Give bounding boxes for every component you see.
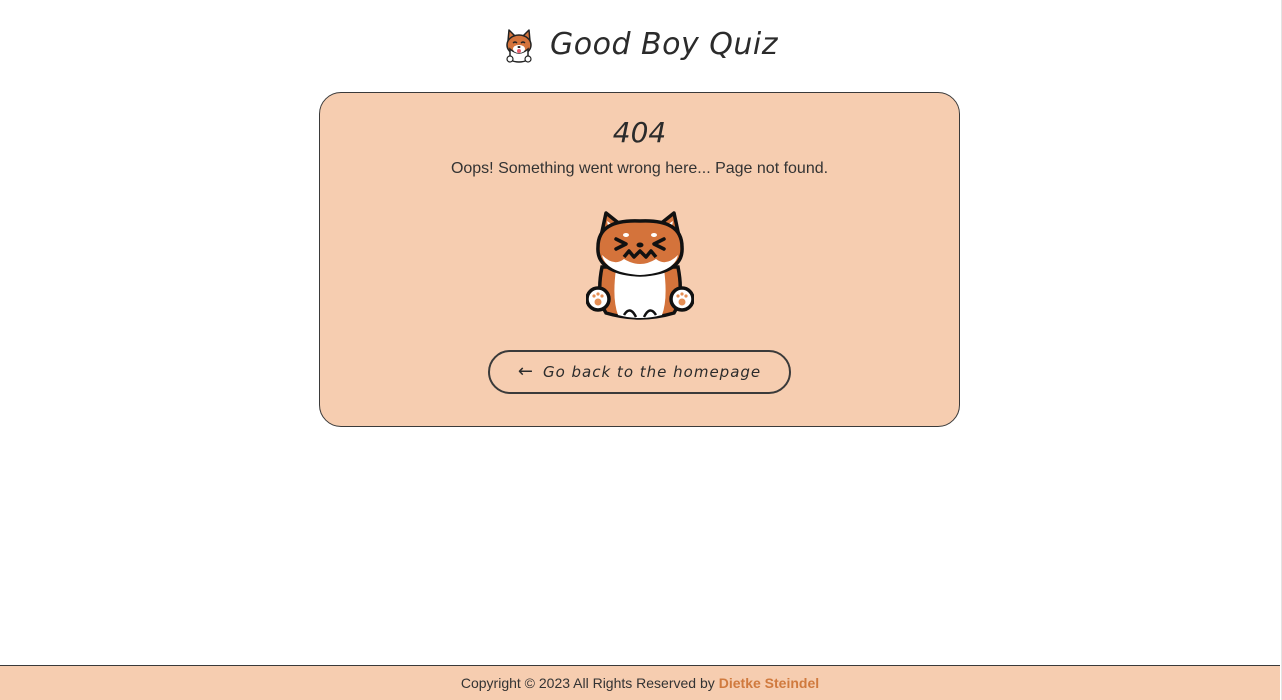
copyright-text: Copyright © 2023 All Rights Reserved by	[460, 675, 715, 691]
back-button-label: Go back to the homepage	[542, 363, 762, 381]
site-header: Good Boy Quiz	[0, 22, 1280, 68]
shiba-dog-logo-icon[interactable]	[502, 27, 536, 63]
back-to-homepage-button[interactable]: ← Go back to the homepage	[488, 350, 791, 394]
page: Good Boy Quiz 404 Oops! Something went w…	[0, 0, 1282, 700]
site-footer: Copyright © 2023 All Rights Reserved by …	[0, 665, 1280, 700]
error-code: 404	[612, 116, 667, 149]
sad-shiba-dog-icon	[585, 207, 695, 321]
author-link[interactable]: Dietke Steindel	[719, 675, 819, 691]
arrow-left-icon: ←	[517, 361, 533, 382]
site-title[interactable]: Good Boy Quiz	[550, 30, 778, 60]
error-card: 404 Oops! Something went wrong here... P…	[319, 92, 960, 427]
error-message: Oops! Something went wrong here... Page …	[450, 160, 829, 177]
